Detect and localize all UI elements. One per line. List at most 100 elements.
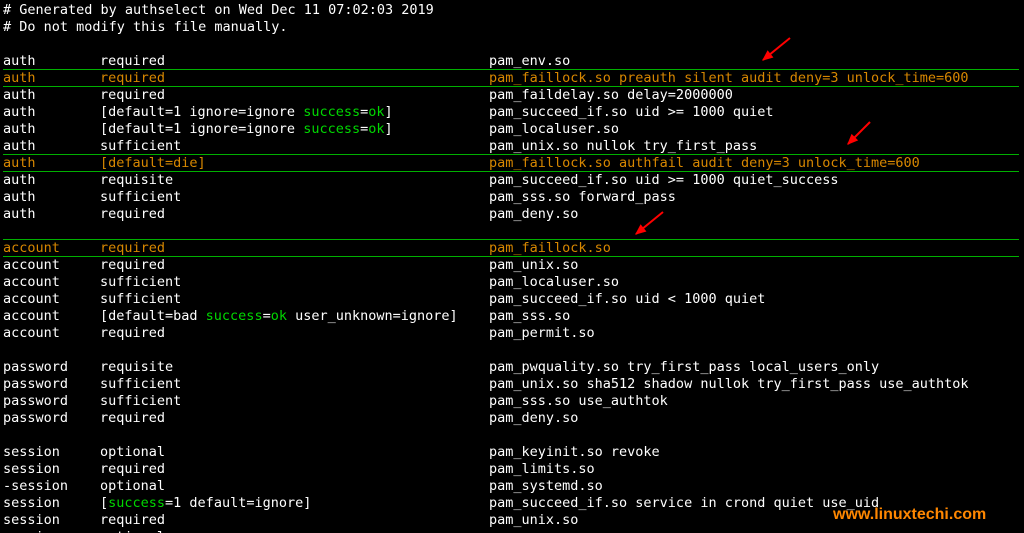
pam-type: session	[3, 529, 100, 533]
pam-control: [default=die]	[100, 155, 489, 172]
pam-type: account	[3, 308, 100, 325]
config-line: accountsufficientpam_localuser.so	[3, 274, 619, 291]
pam-type: session	[3, 512, 100, 529]
config-line: accountsufficientpam_succeed_if.so uid <…	[3, 291, 765, 308]
pam-type: auth	[3, 155, 100, 172]
pam-type: session	[3, 461, 100, 478]
pam-type: auth	[3, 70, 100, 87]
pam-type: auth	[3, 53, 100, 70]
highlight-bar	[3, 154, 1019, 155]
pam-control: required	[100, 53, 489, 70]
annotation-arrow-icon	[755, 30, 798, 68]
config-line: session[success=1 default=ignore]pam_suc…	[3, 495, 879, 512]
config-line: authrequiredpam_faildelay.so delay=20000…	[3, 87, 733, 104]
pam-control: [default=1 ignore=ignore success=ok]	[100, 104, 489, 121]
pam-module: pam_succeed_if.so service in crond quiet…	[489, 495, 879, 512]
config-line: authrequiredpam_faillock.so preauth sile…	[3, 70, 969, 87]
pam-control: required	[100, 87, 489, 104]
pam-module: pam_systemd.so	[489, 478, 603, 495]
pam-module: pam_unix.so	[489, 512, 578, 529]
highlight-bar	[3, 69, 1019, 70]
pam-module: pam_deny.so	[489, 206, 578, 223]
terminal-output: # Generated by authselect on Wed Dec 11 …	[0, 0, 1024, 533]
config-line: sessionoptionalpam_keyinit.so revoke	[3, 444, 660, 461]
config-line: passwordsufficientpam_unix.so sha512 sha…	[3, 376, 969, 393]
pam-module: pam_faillock.so	[489, 240, 611, 257]
pam-type: auth	[3, 121, 100, 138]
pam-module: pam_faillock.so preauth silent audit den…	[489, 70, 969, 87]
config-line: authrequiredpam_env.so	[3, 53, 570, 70]
highlight-bar	[3, 239, 1019, 240]
config-line: sessionrequiredpam_unix.so	[3, 512, 578, 529]
config-line: -sessionoptionalpam_systemd.so	[3, 478, 603, 495]
pam-module: pam_sss.so	[489, 529, 570, 533]
pam-control: sufficient	[100, 291, 489, 308]
config-line: auth[default=1 ignore=ignore success=ok]…	[3, 121, 619, 138]
pam-control: required	[100, 240, 489, 257]
pam-control: required	[100, 512, 489, 529]
pam-control: [default=bad success=ok user_unknown=ign…	[100, 308, 489, 325]
pam-control: sufficient	[100, 376, 489, 393]
pam-type: auth	[3, 172, 100, 189]
config-line: authrequisitepam_succeed_if.so uid >= 10…	[3, 172, 839, 189]
pam-type: password	[3, 376, 100, 393]
pam-type: account	[3, 274, 100, 291]
pam-control: requisite	[100, 172, 489, 189]
pam-module: pam_unix.so	[489, 257, 578, 274]
pam-control: required	[100, 70, 489, 87]
config-line: passwordrequisitepam_pwquality.so try_fi…	[3, 359, 879, 376]
comment-line: # Generated by authselect on Wed Dec 11 …	[3, 2, 434, 19]
config-line: sessionoptionalpam_sss.so	[3, 529, 570, 533]
pam-type: auth	[3, 189, 100, 206]
pam-type: account	[3, 291, 100, 308]
pam-control: required	[100, 206, 489, 223]
pam-module: pam_pwquality.so try_first_pass local_us…	[489, 359, 879, 376]
pam-type: -session	[3, 478, 100, 495]
pam-module: pam_sss.so use_authtok	[489, 393, 668, 410]
pam-control: optional	[100, 444, 489, 461]
pam-module: pam_deny.so	[489, 410, 578, 427]
pam-type: account	[3, 240, 100, 257]
pam-type: auth	[3, 138, 100, 155]
pam-type: session	[3, 495, 100, 512]
config-line: authsufficientpam_sss.so forward_pass	[3, 189, 676, 206]
config-line: passwordrequiredpam_deny.so	[3, 410, 578, 427]
pam-control: required	[100, 410, 489, 427]
pam-module: pam_permit.so	[489, 325, 595, 342]
config-line: auth[default=die]pam_faillock.so authfai…	[3, 155, 920, 172]
pam-control: required	[100, 325, 489, 342]
pam-type: account	[3, 325, 100, 342]
pam-module: pam_localuser.so	[489, 121, 619, 138]
pam-module: pam_faildelay.so delay=2000000	[489, 87, 733, 104]
pam-type: auth	[3, 87, 100, 104]
config-line: authrequiredpam_deny.so	[3, 206, 578, 223]
pam-module: pam_succeed_if.so uid < 1000 quiet	[489, 291, 765, 308]
pam-module: pam_unix.so nullok try_first_pass	[489, 138, 757, 155]
pam-module: pam_env.so	[489, 53, 570, 70]
config-line: sessionrequiredpam_limits.so	[3, 461, 595, 478]
pam-type: password	[3, 410, 100, 427]
pam-control: optional	[100, 478, 489, 495]
watermark: www.linuxtechi.com	[833, 506, 986, 523]
config-line: passwordsufficientpam_sss.so use_authtok	[3, 393, 668, 410]
pam-type: password	[3, 359, 100, 376]
pam-control: sufficient	[100, 138, 489, 155]
pam-module: pam_faillock.so authfail audit deny=3 un…	[489, 155, 920, 172]
pam-control: sufficient	[100, 189, 489, 206]
pam-type: auth	[3, 206, 100, 223]
pam-module: pam_sss.so	[489, 308, 570, 325]
pam-module: pam_unix.so sha512 shadow nullok try_fir…	[489, 376, 969, 393]
pam-module: pam_succeed_if.so uid >= 1000 quiet	[489, 104, 773, 121]
config-line: accountrequiredpam_permit.so	[3, 325, 595, 342]
pam-module: pam_succeed_if.so uid >= 1000 quiet_succ…	[489, 172, 839, 189]
pam-type: session	[3, 444, 100, 461]
pam-module: pam_keyinit.so revoke	[489, 444, 660, 461]
pam-control: requisite	[100, 359, 489, 376]
pam-control: optional	[100, 529, 489, 533]
comment-line: # Do not modify this file manually.	[3, 19, 287, 36]
pam-type: account	[3, 257, 100, 274]
pam-type: auth	[3, 104, 100, 121]
pam-control: [default=1 ignore=ignore success=ok]	[100, 121, 489, 138]
config-line: accountrequiredpam_unix.so	[3, 257, 578, 274]
pam-type: password	[3, 393, 100, 410]
